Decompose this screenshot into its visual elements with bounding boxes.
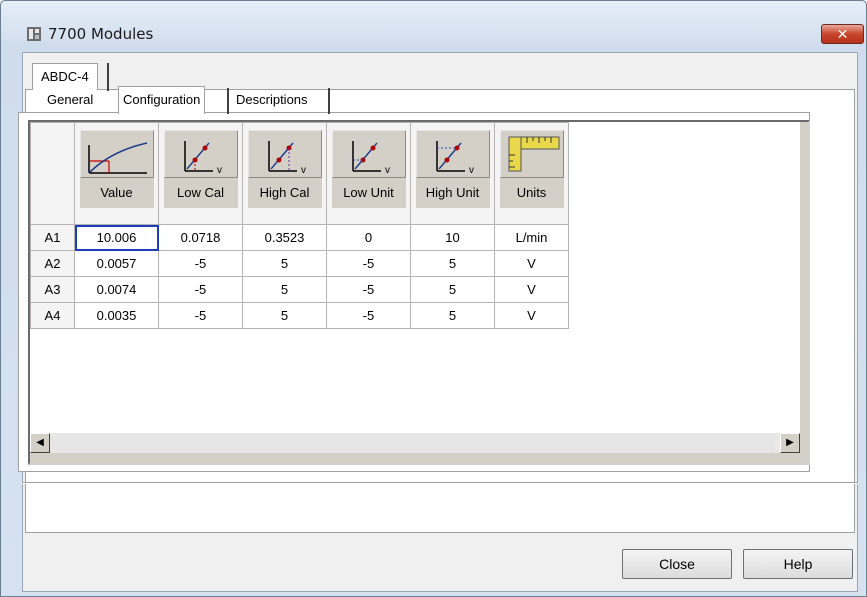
tab-separator (227, 88, 229, 114)
column-label: Low Cal (163, 178, 238, 208)
scroll-thumb[interactable] (50, 433, 774, 453)
cell-units[interactable]: L/min (494, 224, 569, 251)
scroll-right-button[interactable]: ▶ (780, 433, 800, 453)
tab-separator (328, 88, 330, 114)
help-button[interactable]: Help (743, 549, 853, 579)
cell-low-unit[interactable]: 0 (326, 224, 411, 251)
table-row: A1 10.006 0.0718 0.3523 0 10 L/min (30, 224, 569, 251)
cell-value[interactable]: 0.0035 (74, 302, 159, 329)
high-cal-icon: v (267, 141, 306, 176)
ruler-icon (508, 136, 559, 172)
row-header[interactable]: A1 (30, 224, 75, 251)
column-header-high-cal[interactable]: v High Cal (242, 122, 327, 225)
scroll-left-button[interactable]: ◀ (30, 433, 50, 453)
cell-high-unit[interactable]: 5 (410, 276, 495, 303)
cell-high-unit[interactable]: 10 (410, 224, 495, 251)
column-header-value[interactable]: Value (74, 122, 159, 225)
table-row: A4 0.0035 -5 5 -5 5 V (30, 302, 569, 329)
column-label: Value (79, 178, 154, 208)
column-header-low-cal[interactable]: v Low Cal (158, 122, 243, 225)
close-button[interactable]: Close (622, 549, 732, 579)
arrow-left-icon: ◀ (36, 437, 44, 448)
cell-units[interactable]: V (494, 302, 569, 329)
grid-corner (30, 122, 75, 225)
column-header-high-unit[interactable]: v High Unit (410, 122, 495, 225)
svg-text:v: v (469, 165, 474, 176)
table-row: A2 0.0057 -5 5 -5 5 V (30, 250, 569, 277)
svg-text:v: v (217, 165, 222, 176)
svg-text:v: v (301, 165, 306, 176)
svg-text:v: v (385, 165, 390, 176)
grid-viewport: Value v Low Cal v High Cal v Low Unit v … (30, 122, 800, 433)
horizontal-scrollbar[interactable]: ◀ ▶ (30, 433, 800, 453)
value-curve-icon (87, 142, 147, 174)
cell-high-cal[interactable]: 0.3523 (242, 224, 327, 251)
close-icon: ✕ (836, 26, 849, 42)
tab-general[interactable]: General (43, 89, 97, 113)
cell-low-unit[interactable]: -5 (326, 276, 411, 303)
cell-high-unit[interactable]: 5 (410, 302, 495, 329)
cell-high-unit[interactable]: 5 (410, 250, 495, 277)
configuration-grid: Value v Low Cal v High Cal v Low Unit v … (28, 120, 810, 465)
title-bar[interactable]: 7700 Modules ✕ (1, 1, 866, 44)
tab-descriptions[interactable]: Descriptions (232, 89, 312, 113)
app-icon (27, 27, 41, 41)
column-label: Low Unit (331, 178, 406, 208)
column-label: High Unit (415, 178, 490, 208)
tab-edge (107, 63, 109, 91)
cell-low-cal[interactable]: -5 (158, 276, 243, 303)
cell-high-cal[interactable]: 5 (242, 276, 327, 303)
cell-value[interactable]: 0.0057 (74, 250, 159, 277)
cell-low-cal[interactable]: -5 (158, 250, 243, 277)
cell-units[interactable]: V (494, 276, 569, 303)
cell-high-cal[interactable]: 5 (242, 250, 327, 277)
tab-abdc-4[interactable]: ABDC-4 (32, 63, 98, 90)
cell-low-cal[interactable]: 0.0718 (158, 224, 243, 251)
table-row: A3 0.0074 -5 5 -5 5 V (30, 276, 569, 303)
column-header-units[interactable]: Units (494, 122, 569, 225)
column-label: Units (499, 178, 564, 208)
cell-low-cal[interactable]: -5 (158, 302, 243, 329)
column-header-low-unit[interactable]: v Low Unit (326, 122, 411, 225)
row-header[interactable]: A4 (30, 302, 75, 329)
low-unit-icon: v (351, 141, 390, 176)
divider (22, 482, 858, 484)
cell-units[interactable]: V (494, 250, 569, 277)
cell-value[interactable]: 0.0074 (74, 276, 159, 303)
arrow-right-icon: ▶ (786, 437, 794, 448)
window-title: 7700 Modules (48, 25, 154, 43)
cell-low-unit[interactable]: -5 (326, 250, 411, 277)
high-unit-icon: v (435, 141, 474, 176)
close-window-button[interactable]: ✕ (821, 24, 864, 44)
cell-value[interactable]: 10.006 (74, 224, 159, 251)
header-row: Value v Low Cal v High Cal v Low Unit v … (30, 122, 569, 225)
channel-table: Value v Low Cal v High Cal v Low Unit v … (30, 122, 569, 329)
row-header[interactable]: A3 (30, 276, 75, 303)
cell-high-cal[interactable]: 5 (242, 302, 327, 329)
tab-configuration[interactable]: Configuration (118, 86, 206, 114)
cell-low-unit[interactable]: -5 (326, 302, 411, 329)
row-header[interactable]: A2 (30, 250, 75, 277)
column-label: High Cal (247, 178, 322, 208)
low-cal-icon: v (183, 141, 222, 176)
